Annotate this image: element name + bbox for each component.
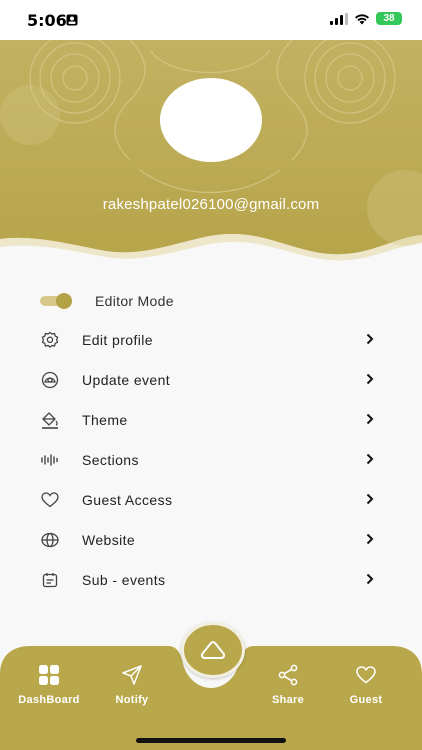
heart-icon [40,490,60,510]
nav-share-label: Share [271,694,305,706]
menu-item-sub-events[interactable]: Sub - events [40,568,380,592]
home-indicator [136,738,286,743]
send-icon [122,665,142,685]
battery-level: 38 [383,13,395,24]
chevron-right-icon [366,413,374,425]
nav-dashboard[interactable]: DashBoard [9,664,89,706]
menu-item-label: Edit profile [82,332,153,348]
chevron-right-icon [366,533,374,545]
id-card-icon [66,14,78,26]
chevron-right-icon [366,573,374,585]
editor-mode-row[interactable]: Editor Mode [40,290,174,312]
editor-mode-toggle[interactable] [40,293,72,309]
chevron-right-icon [366,333,374,345]
wifi-icon [355,13,369,24]
nav-guest-label: Guest [349,694,383,706]
nav-notify[interactable]: Notify [92,664,172,706]
gear-icon [40,330,60,350]
menu-item-label: Sub - events [82,572,166,588]
globe-icon [40,530,60,550]
calendar-icon [40,570,60,590]
status-time: 5:06 [27,11,67,30]
avatar[interactable] [160,78,262,162]
signal-icon [330,12,348,25]
editor-mode-label: Editor Mode [95,293,174,309]
share-icon [278,664,298,686]
dashboard-grid-icon [39,665,59,685]
menu-item-edit-profile[interactable]: Edit profile [40,328,380,352]
menu-item-label: Website [82,532,136,548]
status-bar: 5:06 38 [0,0,422,40]
battery-indicator: 38 [376,12,402,25]
toggle-knob [56,293,72,309]
nav-share[interactable]: Share [248,664,328,706]
menu-item-label: Update event [82,372,171,388]
user-email: rakeshpatel026100@gmail.com [102,196,320,213]
menu-item-label: Sections [82,452,139,468]
nav-notify-label: Notify [115,694,149,706]
sections-icon [40,450,60,470]
home-fab-button[interactable] [181,622,245,678]
event-icon [40,370,60,390]
menu-item-label: Theme [82,412,128,428]
chevron-right-icon [366,453,374,465]
heart-icon [356,666,376,684]
menu-item-update-event[interactable]: Update event [40,368,380,392]
menu-item-website[interactable]: Website [40,528,380,552]
menu-item-guest-access[interactable]: Guest Access [40,488,380,512]
menu-item-theme[interactable]: Theme [40,408,380,432]
chevron-right-icon [366,373,374,385]
nav-dashboard-label: DashBoard [18,694,80,706]
menu-item-label: Guest Access [82,492,173,508]
nav-guest[interactable]: Guest [326,664,406,706]
chevron-right-icon [366,493,374,505]
menu-item-sections[interactable]: Sections [40,448,380,472]
cloud-icon [200,641,226,659]
paint-bucket-icon [40,410,60,430]
